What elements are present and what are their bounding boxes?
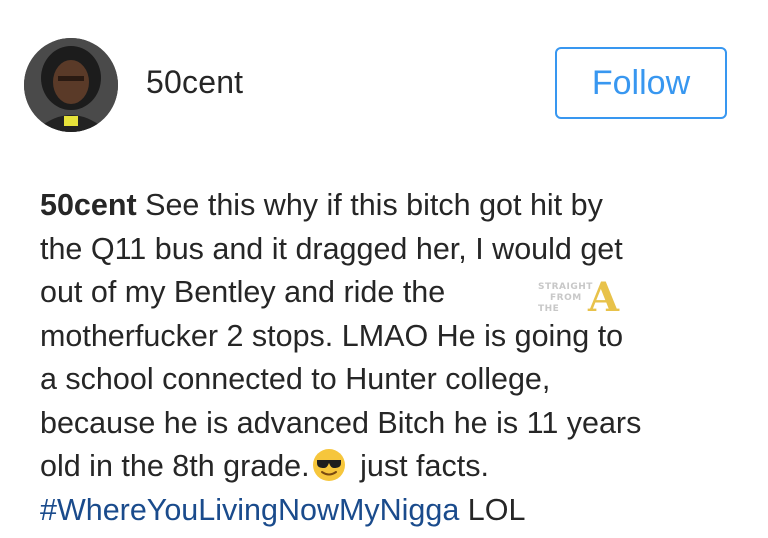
caption-text: old in the 8th grade.	[40, 449, 310, 483]
caption-line: because he is advanced Bitch he is 11 ye…	[40, 405, 642, 440]
caption-line: motherfucker 2 stops. LMAO He is going t…	[40, 318, 624, 353]
avatar[interactable]	[24, 38, 118, 132]
caption-text: just facts.	[351, 449, 489, 483]
caption-line: the Q11 bus and it dragged her, I would …	[40, 231, 623, 266]
username[interactable]: 50cent	[146, 64, 243, 101]
caption-line: out of my Bentley and ride the	[40, 275, 446, 309]
hashtag-link[interactable]: #WhereYouLivingNowMyNigga	[40, 493, 459, 527]
caption-text: LOL	[459, 492, 526, 527]
watermark-text: THE	[538, 304, 560, 314]
watermark-logo: STRAIGHT FROM THE A	[536, 274, 628, 322]
sunglasses-emoji-icon	[312, 448, 346, 482]
avatar-photo-icon	[24, 38, 118, 132]
watermark-letter: A	[588, 274, 620, 321]
post-caption: 50cent See this why if this bitch got hi…	[40, 184, 750, 532]
caption-username[interactable]: 50cent	[40, 188, 137, 222]
watermark-text: FROM	[550, 293, 582, 303]
follow-button[interactable]: Follow	[555, 47, 727, 119]
caption-line: 50cent See this why if this bitch got hi…	[40, 184, 750, 228]
post-header: 50cent Follow	[0, 0, 768, 170]
caption-line: #WhereYouLivingNowMyNigga LOL	[40, 489, 750, 533]
caption-text: See this why if this bitch got hit by	[136, 188, 603, 222]
caption-line: a school connected to Hunter college,	[40, 362, 551, 396]
watermark-text: STRAIGHT	[538, 282, 593, 292]
caption-line: old in the 8th grade. just facts.	[40, 445, 750, 489]
